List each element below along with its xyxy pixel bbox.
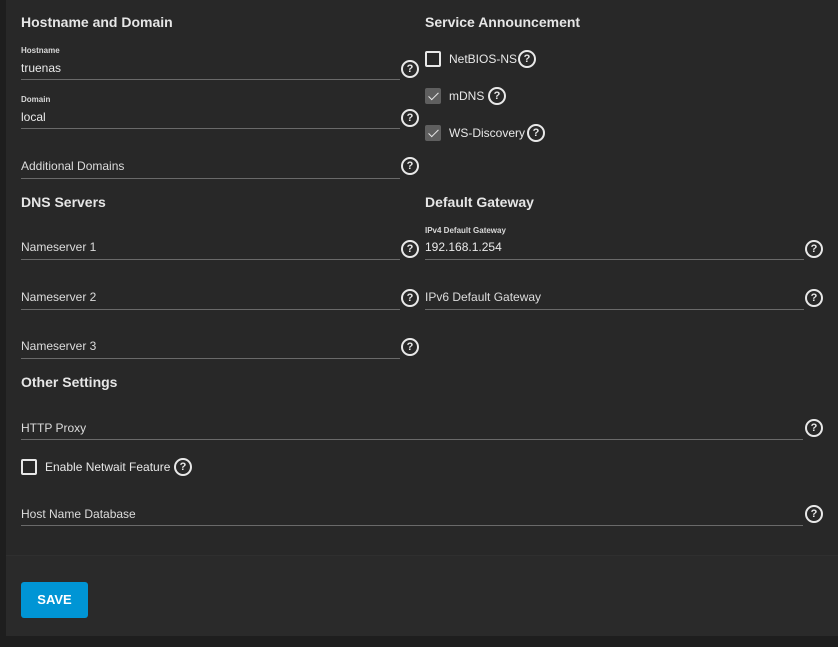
additional-domains-placeholder: Additional Domains (21, 159, 125, 173)
mdns-help-icon[interactable]: ? (488, 87, 506, 105)
hostname-help-icon[interactable]: ? (401, 60, 419, 78)
netbios-ns-help-icon[interactable]: ? (518, 50, 536, 68)
netwait-label[interactable]: Enable Netwait Feature (45, 460, 170, 474)
ipv4-gateway-value[interactable]: 192.168.1.254 (425, 240, 502, 254)
nameserver1-underline (21, 259, 400, 260)
nameserver3-help-icon[interactable]: ? (401, 338, 419, 356)
domain-value[interactable]: local (21, 110, 46, 124)
nameserver3-field[interactable]: Nameserver 3 (21, 337, 400, 359)
host-name-database-field[interactable]: Host Name Database (21, 505, 803, 527)
save-button[interactable]: SAVE (21, 582, 88, 618)
mdns-checkbox[interactable] (425, 88, 441, 104)
ipv6-gateway-placeholder: IPv6 Default Gateway (425, 290, 542, 304)
hostname-underline (21, 79, 400, 80)
ipv4-gateway-field[interactable]: IPv4 Default Gateway 192.168.1.254 (425, 224, 804, 260)
ipv6-gateway-underline (425, 309, 804, 310)
ipv4-gateway-underline (425, 259, 804, 260)
http-proxy-placeholder: HTTP Proxy (21, 421, 87, 435)
form-footer (6, 555, 838, 636)
section-title-default-gateway: Default Gateway (425, 194, 534, 210)
additional-domains-help-icon[interactable]: ? (401, 157, 419, 175)
domain-help-icon[interactable]: ? (401, 109, 419, 127)
http-proxy-underline (21, 439, 803, 440)
ipv6-gateway-help-icon[interactable]: ? (805, 289, 823, 307)
nameserver2-help-icon[interactable]: ? (401, 289, 419, 307)
ws-discovery-label[interactable]: WS-Discovery (449, 126, 525, 140)
additional-domains-field[interactable]: Additional Domains (21, 157, 400, 179)
host-name-database-placeholder: Host Name Database (21, 507, 136, 521)
netwait-checkbox[interactable] (21, 459, 37, 475)
hostname-field[interactable]: Hostname truenas (21, 44, 400, 80)
ws-discovery-help-icon[interactable]: ? (527, 124, 545, 142)
ipv4-gateway-help-icon[interactable]: ? (805, 240, 823, 258)
section-title-hostname-domain: Hostname and Domain (21, 14, 173, 30)
http-proxy-help-icon[interactable]: ? (805, 419, 823, 437)
domain-field[interactable]: Domain local (21, 93, 400, 129)
section-title-other-settings: Other Settings (21, 374, 118, 390)
ipv4-gateway-label: IPv4 Default Gateway (425, 226, 506, 235)
host-name-database-underline (21, 525, 803, 526)
netbios-ns-checkbox[interactable] (425, 51, 441, 67)
hostname-value[interactable]: truenas (21, 61, 61, 75)
ipv6-gateway-field[interactable]: IPv6 Default Gateway (425, 288, 804, 310)
nameserver1-placeholder: Nameserver 1 (21, 240, 97, 254)
additional-domains-underline (21, 178, 400, 179)
domain-label: Domain (21, 95, 51, 104)
domain-underline (21, 128, 400, 129)
http-proxy-field[interactable]: HTTP Proxy (21, 419, 803, 441)
nameserver1-field[interactable]: Nameserver 1 (21, 238, 400, 260)
mdns-label[interactable]: mDNS (449, 89, 484, 103)
nameserver2-underline (21, 309, 400, 310)
ws-discovery-checkbox[interactable] (425, 125, 441, 141)
nameserver2-placeholder: Nameserver 2 (21, 290, 97, 304)
nameserver2-field[interactable]: Nameserver 2 (21, 288, 400, 310)
hostname-label: Hostname (21, 46, 60, 55)
host-name-database-help-icon[interactable]: ? (805, 505, 823, 523)
netwait-help-icon[interactable]: ? (174, 458, 192, 476)
section-title-dns-servers: DNS Servers (21, 194, 106, 210)
section-title-service-announcement: Service Announcement (425, 14, 581, 30)
nameserver1-help-icon[interactable]: ? (401, 240, 419, 258)
netbios-ns-label[interactable]: NetBIOS-NS (449, 52, 517, 66)
nameserver3-underline (21, 358, 400, 359)
nameserver3-placeholder: Nameserver 3 (21, 339, 97, 353)
